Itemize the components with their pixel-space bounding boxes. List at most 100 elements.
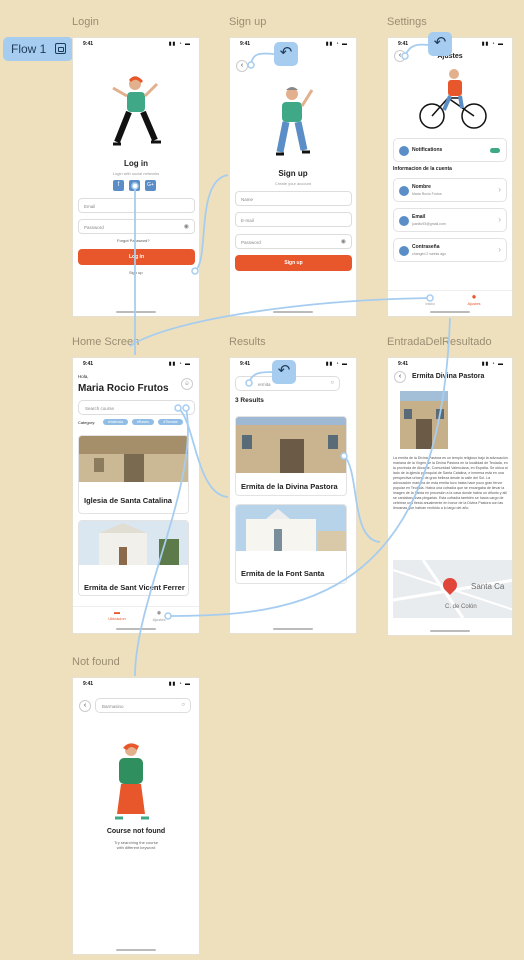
chip-tiendas[interactable]: #Tiendas xyxy=(158,419,183,425)
name-field[interactable]: Name xyxy=(235,191,352,206)
search-value: ermita xyxy=(258,382,271,387)
name-row[interactable]: Nombre Maria Rocio Frutos › xyxy=(393,178,507,202)
signup-illustration xyxy=(276,87,314,156)
password-row[interactable]: Contraseña changed 2 weeks ago › xyxy=(393,238,507,262)
frame-label-login: Login xyxy=(72,16,99,28)
frame-label-signup: Sign up xyxy=(229,16,267,28)
place-photo xyxy=(79,436,188,482)
signup-link[interactable]: Sign up xyxy=(129,270,143,275)
signup-screen: 9:41 ▮▮ ◔ ▬ ‹ Sign up Create your account… xyxy=(229,37,357,317)
status-bar: 9:41 ▮▮ ◔ ▬ xyxy=(83,361,191,367)
frame-label-notfound: Not found xyxy=(72,656,120,668)
notification-bell-icon[interactable]: ♤ xyxy=(181,378,193,390)
password-field[interactable]: Password ◉ xyxy=(78,219,195,234)
home-indicator xyxy=(273,628,313,630)
tab-ajustes[interactable]: ✹ Ajustes xyxy=(454,294,494,306)
forgot-password-link[interactable]: Forgot Password? xyxy=(117,238,149,243)
home-indicator xyxy=(116,628,156,630)
map-label: Santa Ca xyxy=(471,582,505,591)
signup-subtitle: Create your account xyxy=(274,181,312,186)
detail-title: Ermita Divina Pastora xyxy=(412,373,485,380)
google-plus-icon[interactable]: G+ xyxy=(145,180,156,191)
login-button[interactable]: Log in xyxy=(78,249,195,265)
play-flow-icon[interactable] xyxy=(55,43,66,54)
frame-label-settings: Settings xyxy=(387,16,427,28)
settings-screen: 9:41 ▮▮ ◔ ▬ ‹ Ajustes Notifications Infor… xyxy=(387,37,513,317)
home-screen: 9:41 ▮▮ ◔ ▬ Hola, Maria Rocio Frutos ♤ Se… xyxy=(72,357,200,634)
login-screen: 9:41 ▮▮ ◔ ▬ Log in Login with social netw… xyxy=(72,37,200,317)
account-section-title: Informacion de la cuenta xyxy=(393,166,452,172)
eye-icon[interactable]: ◉ xyxy=(341,238,346,245)
bike-illustration xyxy=(419,69,487,129)
password-value: changed 2 weeks ago xyxy=(412,252,447,256)
result-card[interactable]: Ermita de la Divina Pastora xyxy=(235,416,347,496)
password-placeholder: Password xyxy=(84,225,104,230)
search-icon[interactable]: ○ xyxy=(181,702,185,708)
search-input[interactable]: Barmasino ○ xyxy=(95,698,191,713)
results-screen: 9:41 ▮▮ ◔ ▬ ermita ○ 3 Results Ermita de … xyxy=(229,357,357,634)
map-label: C. de Colón xyxy=(445,604,477,610)
detail-body: La ermita de la Divina Pastora es un tem… xyxy=(393,456,508,510)
notifications-label: Notifications xyxy=(412,147,443,153)
category-label: Category: xyxy=(78,420,96,425)
tab-inicio[interactable]: ▦ Inicio xyxy=(410,294,450,306)
status-bar: 9:41 ▮▮ ◔ ▬ xyxy=(83,681,191,687)
user-icon xyxy=(399,186,409,196)
email-field[interactable]: E-mail xyxy=(235,212,352,227)
tab-bar: ▬ Ubicacion ✹ Ajustes xyxy=(73,606,199,628)
tab-bar: ▦ Inicio ✹ Ajustes xyxy=(388,290,512,312)
home-indicator xyxy=(430,630,470,632)
linkedin-icon[interactable]: in xyxy=(129,180,140,191)
search-input[interactable]: Search course xyxy=(78,400,195,415)
gear-icon: ✹ xyxy=(156,611,162,617)
home-indicator xyxy=(116,949,156,951)
bell-icon xyxy=(399,146,409,156)
tab-ubicacion[interactable]: ▬ Ubicacion xyxy=(97,610,137,621)
chip-rastro[interactable]: #Rastro xyxy=(132,419,154,425)
back-button[interactable]: ‹ xyxy=(394,371,406,383)
search-icon[interactable]: ○ xyxy=(330,380,334,386)
not-found-title: Course not found xyxy=(106,828,166,835)
prototype-back-icon[interactable]: ↶ xyxy=(272,360,296,384)
password-field[interactable]: Password ◉ xyxy=(235,234,352,249)
home-indicator xyxy=(116,311,156,313)
place-photo xyxy=(79,521,188,565)
not-found-illustration xyxy=(115,743,149,820)
status-bar: 9:41 ▮▮ ◔ ▬ xyxy=(398,361,504,367)
gear-icon: ✹ xyxy=(471,295,477,301)
greeting: Hola, xyxy=(78,374,89,379)
notfound-screen: 9:41 ▮▮ ◔ ▬ ‹ Barmasino ○ Course not foun… xyxy=(72,677,200,955)
result-card-title: Ermita de la Font Santa xyxy=(241,569,325,578)
flow-tag[interactable]: Flow 1 xyxy=(3,37,73,61)
prototype-back-icon[interactable]: ↶ xyxy=(428,32,452,56)
result-photo xyxy=(236,505,346,551)
result-photo xyxy=(236,417,346,473)
home-indicator xyxy=(430,311,470,313)
frame-label-detail: EntradaDelResultado xyxy=(387,336,492,348)
email-value: juanito93@gmail.com xyxy=(412,222,446,226)
notifications-row[interactable]: Notifications xyxy=(393,138,507,162)
place-card[interactable]: Iglesia de Santa Catalina xyxy=(78,435,189,514)
prototype-back-icon[interactable]: ↶ xyxy=(274,42,298,66)
notifications-toggle[interactable] xyxy=(490,148,500,153)
search-value: Barmasino xyxy=(102,704,124,709)
login-illustration xyxy=(112,76,161,146)
facebook-icon[interactable]: f xyxy=(113,180,124,191)
result-card[interactable]: Ermita de la Font Santa xyxy=(235,504,347,584)
email-label: Email xyxy=(412,214,426,220)
eye-icon[interactable]: ◉ xyxy=(184,223,189,230)
back-button[interactable]: ‹ xyxy=(236,60,248,72)
back-button[interactable]: ‹ xyxy=(79,700,91,712)
email-row[interactable]: Email juanito93@gmail.com › xyxy=(393,208,507,232)
detail-screen: 9:41 ▮▮ ◔ ▬ ‹ Ermita Divina Pastora La er… xyxy=(387,357,513,636)
password-placeholder: Password xyxy=(241,240,261,245)
place-card[interactable]: Ermita de Sant Vicent Ferrer xyxy=(78,520,189,596)
chevron-right-icon: › xyxy=(498,185,501,194)
chip-valencia[interactable]: #Valencia xyxy=(103,419,128,425)
signup-button[interactable]: Sign up xyxy=(235,255,352,271)
status-bar: 9:41 ▮▮ ◔ ▬ xyxy=(83,41,191,47)
chevron-right-icon: › xyxy=(498,245,501,254)
email-field[interactable]: Email xyxy=(78,198,195,213)
map[interactable]: Santa Ca C. de Colón xyxy=(393,560,512,618)
tab-ajustes[interactable]: ✹ Ajustes xyxy=(139,610,179,622)
